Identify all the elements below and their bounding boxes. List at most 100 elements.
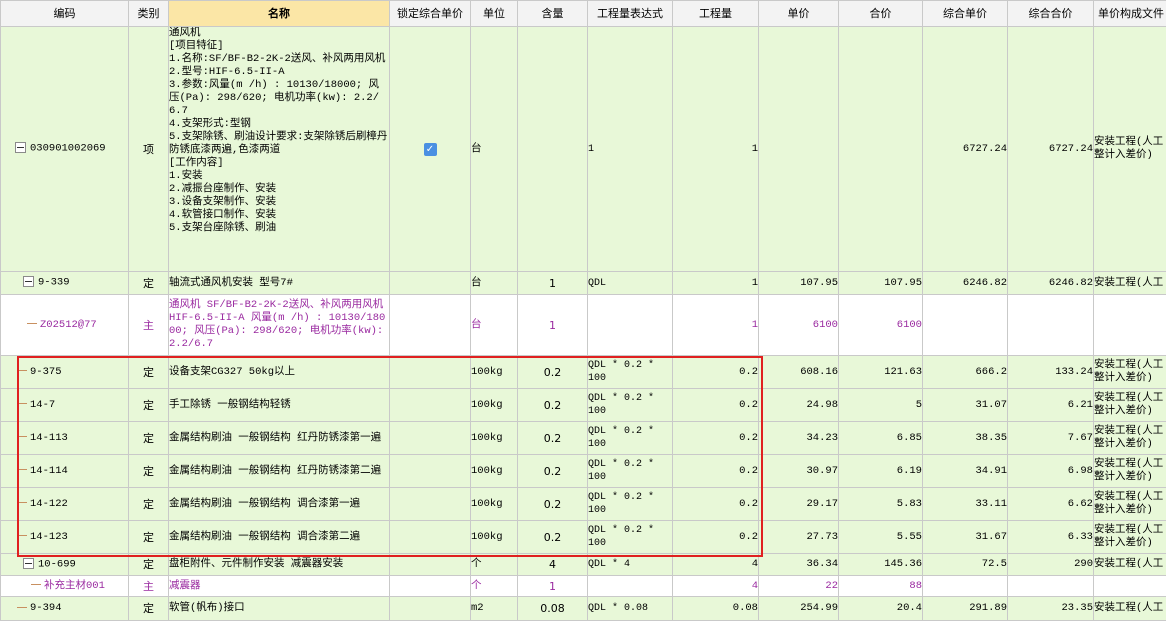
row-expr[interactable]: QDL * 0.2 * 100 xyxy=(587,421,673,455)
col-total[interactable]: 合价 xyxy=(838,0,923,27)
row-lock[interactable] xyxy=(389,454,471,488)
row-compose[interactable]: 安装工程(人工整计入差价) xyxy=(1093,421,1166,455)
row-expr[interactable]: QDL * 0.2 * 100 xyxy=(587,355,673,389)
item-row[interactable]: 030901002069 项 通风机 [项目特征] 1.名称:SF/BF-B2-… xyxy=(0,26,1166,272)
row-name[interactable]: 轴流式通风机安装 型号7# xyxy=(168,271,390,295)
row-expr[interactable]: QDL * 0.2 * 100 xyxy=(587,388,673,422)
row-qty[interactable]: 4 xyxy=(672,575,759,597)
row-content[interactable]: 1 xyxy=(517,271,588,295)
row-expr[interactable] xyxy=(587,294,673,356)
col-type[interactable]: 类别 xyxy=(128,0,169,27)
col-compose[interactable]: 单价构成文件 xyxy=(1093,0,1166,27)
row-code-cell[interactable]: 14-114 xyxy=(0,454,129,488)
row-name[interactable]: 金属结构刷油 一般钢结构 红丹防锈漆第二遍 xyxy=(168,454,390,488)
quota-row[interactable]: 14-123 定 金属结构刷油 一般钢结构 调合漆第二遍 100kg 0.2 Q… xyxy=(0,520,1166,554)
row-name[interactable]: 金属结构刷油 一般钢结构 调合漆第二遍 xyxy=(168,520,390,554)
row-expr[interactable]: QDL * 0.2 * 100 xyxy=(587,454,673,488)
row-lock[interactable] xyxy=(389,553,471,576)
row-code-cell[interactable]: 补充主材001 xyxy=(0,575,129,597)
row-content[interactable]: 1 xyxy=(517,575,588,597)
quota-row[interactable]: 9-394 定 软管(帆布)接口 m2 0.08 QDL * 0.08 0.08… xyxy=(0,596,1166,621)
row-lock[interactable] xyxy=(389,421,471,455)
row-lock[interactable] xyxy=(389,355,471,389)
row-code-cell[interactable]: 14-113 xyxy=(0,421,129,455)
row-compose[interactable] xyxy=(1093,294,1166,356)
row-expr[interactable] xyxy=(587,575,673,597)
row-compose[interactable]: 安装工程(人工整计入差价) xyxy=(1093,454,1166,488)
quota-row[interactable]: 9-375 定 设备支架CG327 50kg以上 100kg 0.2 QDL *… xyxy=(0,355,1166,389)
row-qty[interactable]: 0.2 xyxy=(672,487,759,521)
quota-row[interactable]: 14-113 定 金属结构刷油 一般钢结构 红丹防锈漆第一遍 100kg 0.2… xyxy=(0,421,1166,455)
material-row[interactable]: 补充主材001 主 减震器 个 1 4 22 88 xyxy=(0,575,1166,597)
collapse-toggle-icon[interactable] xyxy=(15,142,26,154)
row-expr[interactable]: QDL * 0.2 * 100 xyxy=(587,520,673,554)
lock-checkbox-icon[interactable]: ✓ xyxy=(423,143,437,156)
row-compose[interactable]: 安装工程(人工整计入差价) xyxy=(1093,388,1166,422)
row-compose[interactable]: 安装工程(人工 xyxy=(1093,271,1166,295)
row-content[interactable]: 0.08 xyxy=(517,596,588,621)
row-compose[interactable]: 安装工程(人工 xyxy=(1093,553,1166,576)
col-unit[interactable]: 单位 xyxy=(470,0,518,27)
row-lock[interactable] xyxy=(389,575,471,597)
item-compose[interactable]: 安装工程(人工整计入差价) xyxy=(1093,26,1166,272)
row-qty[interactable]: 0.2 xyxy=(672,421,759,455)
row-code-cell[interactable]: 14-7 xyxy=(0,388,129,422)
row-name[interactable]: 设备支架CG327 50kg以上 xyxy=(168,355,390,389)
col-name[interactable]: 名称 xyxy=(168,0,390,27)
quota-row[interactable]: 14-122 定 金属结构刷油 一般钢结构 调合漆第一遍 100kg 0.2 Q… xyxy=(0,487,1166,521)
quota-row[interactable]: 9-339 定 轴流式通风机安装 型号7# 台 1 QDL 1 107.95 1… xyxy=(0,271,1166,295)
row-lock[interactable] xyxy=(389,388,471,422)
col-qty[interactable]: 工程量 xyxy=(672,0,759,27)
row-name[interactable]: 金属结构刷油 一般钢结构 调合漆第一遍 xyxy=(168,487,390,521)
row-content[interactable]: 0.2 xyxy=(517,388,588,422)
row-name[interactable]: 盘柜附件、元件制作安装 减震器安装 xyxy=(168,553,390,576)
row-content[interactable]: 1 xyxy=(517,294,588,356)
row-content[interactable]: 0.2 xyxy=(517,421,588,455)
row-expr[interactable]: QDL * 0.08 xyxy=(587,596,673,621)
row-name[interactable]: 通风机 SF/BF-B2-2K-2送风、补风两用风机 HIF-6.5-II-A … xyxy=(168,294,390,356)
row-qty[interactable]: 1 xyxy=(672,271,759,295)
row-compose[interactable]: 安装工程(人工 xyxy=(1093,596,1166,621)
row-content[interactable]: 0.2 xyxy=(517,454,588,488)
item-qty[interactable]: 1 xyxy=(672,26,759,272)
row-qty[interactable]: 0.2 xyxy=(672,454,759,488)
col-lock[interactable]: 锁定综合单价 xyxy=(389,0,471,27)
row-content[interactable]: 0.2 xyxy=(517,520,588,554)
quota-row[interactable]: 14-114 定 金属结构刷油 一般钢结构 红丹防锈漆第二遍 100kg 0.2… xyxy=(0,454,1166,488)
item-code-cell[interactable]: 030901002069 xyxy=(0,26,129,272)
row-lock[interactable] xyxy=(389,520,471,554)
row-compose[interactable] xyxy=(1093,575,1166,597)
quota-row[interactable]: 14-7 定 手工除锈 一般钢结构轻锈 100kg 0.2 QDL * 0.2 … xyxy=(0,388,1166,422)
row-lock[interactable] xyxy=(389,487,471,521)
row-qty[interactable]: 0.2 xyxy=(672,520,759,554)
row-compose[interactable]: 安装工程(人工整计入差价) xyxy=(1093,355,1166,389)
col-comp-price[interactable]: 综合单价 xyxy=(922,0,1008,27)
row-code-cell[interactable]: 9-375 xyxy=(0,355,129,389)
row-compose[interactable]: 安装工程(人工整计入差价) xyxy=(1093,487,1166,521)
row-lock[interactable] xyxy=(389,271,471,295)
col-content[interactable]: 含量 xyxy=(517,0,588,27)
material-row[interactable]: Z02512@77 主 通风机 SF/BF-B2-2K-2送风、补风两用风机 H… xyxy=(0,294,1166,356)
quota-row[interactable]: 10-699 定 盘柜附件、元件制作安装 减震器安装 个 4 QDL * 4 4… xyxy=(0,553,1166,576)
row-code-cell[interactable]: 9-339 xyxy=(0,271,129,295)
row-lock[interactable] xyxy=(389,596,471,621)
row-qty[interactable]: 4 xyxy=(672,553,759,576)
col-comp-total[interactable]: 综合合价 xyxy=(1007,0,1094,27)
row-code-cell[interactable]: 10-699 xyxy=(0,553,129,576)
lock-price-cell[interactable]: ✓ xyxy=(389,26,471,272)
row-compose[interactable]: 安装工程(人工整计入差价) xyxy=(1093,520,1166,554)
row-expr[interactable]: QDL * 4 xyxy=(587,553,673,576)
row-name[interactable]: 手工除锈 一般钢结构轻锈 xyxy=(168,388,390,422)
row-content[interactable]: 0.2 xyxy=(517,355,588,389)
item-expr[interactable]: 1 xyxy=(587,26,673,272)
collapse-toggle-icon[interactable] xyxy=(23,557,34,569)
col-expr[interactable]: 工程量表达式 xyxy=(587,0,673,27)
row-qty[interactable]: 1 xyxy=(672,294,759,356)
collapse-toggle-icon[interactable] xyxy=(23,276,34,288)
row-code-cell[interactable]: Z02512@77 xyxy=(0,294,129,356)
row-content[interactable]: 0.2 xyxy=(517,487,588,521)
row-code-cell[interactable]: 9-394 xyxy=(0,596,129,621)
row-code-cell[interactable]: 14-122 xyxy=(0,487,129,521)
col-code[interactable]: 编码 xyxy=(0,0,129,27)
col-price[interactable]: 单价 xyxy=(758,0,839,27)
